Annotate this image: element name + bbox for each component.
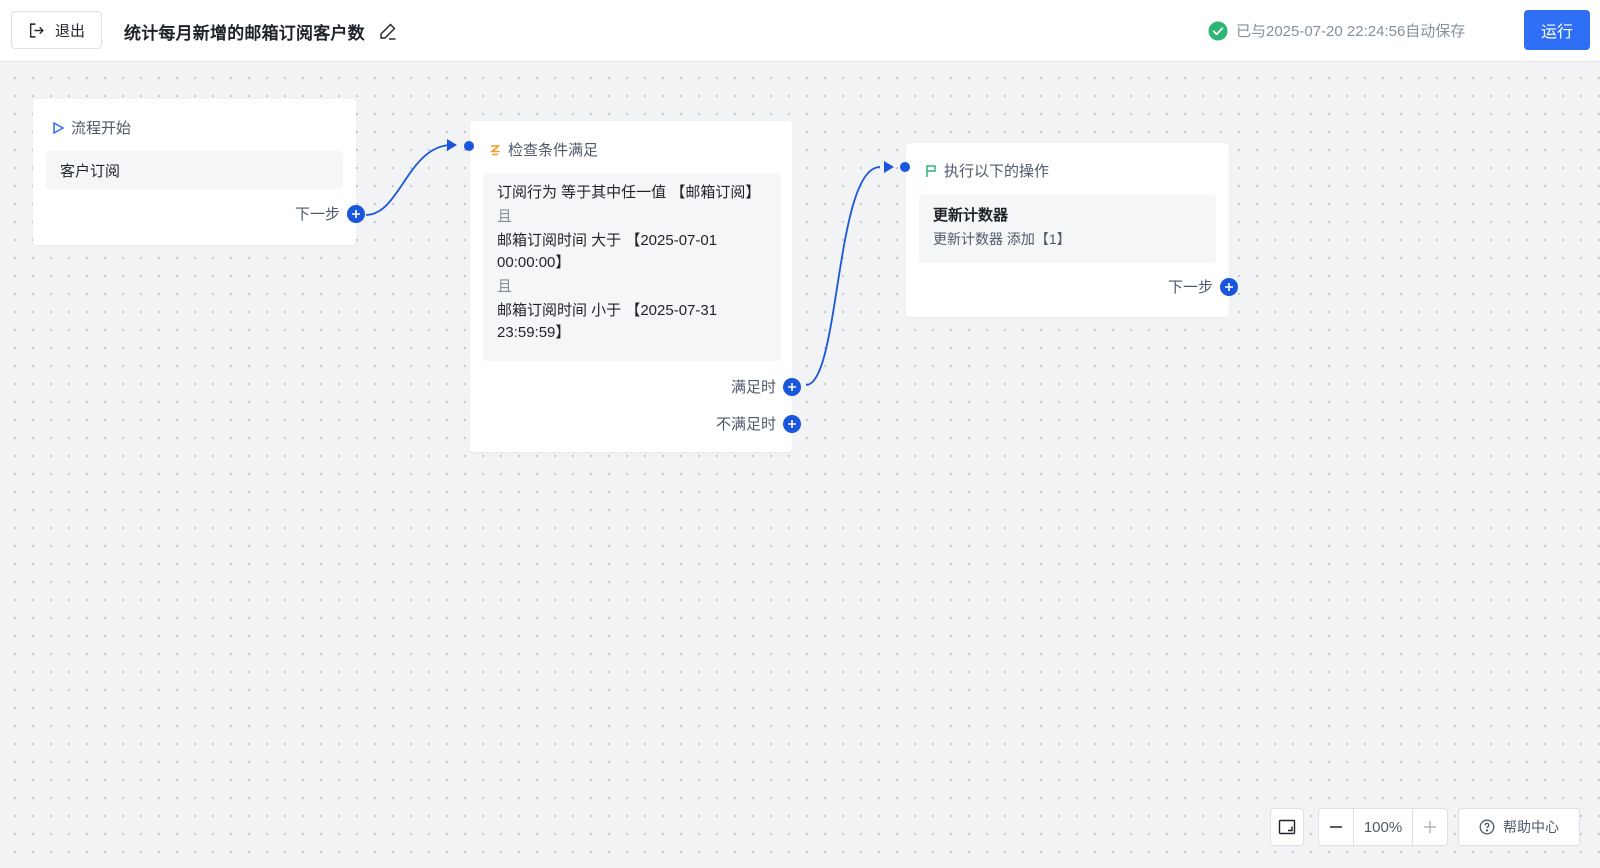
condition-node-title: 检查条件满足 — [508, 142, 599, 159]
condition-input-port[interactable] — [464, 141, 474, 151]
branch-icon — [489, 144, 501, 155]
plus-icon — [1225, 282, 1233, 291]
action-node-title: 执行以下的操作 — [944, 163, 1050, 180]
exit-button[interactable]: 退出 — [11, 11, 102, 49]
zoom-level: 100% — [1354, 808, 1412, 846]
fit-view-button[interactable] — [1270, 808, 1304, 846]
check-circle-icon — [1208, 21, 1228, 40]
plus-icon — [1424, 821, 1436, 833]
condition-rule-2: 邮箱订阅时间 大于 【2025-07-01 00:00:00】 — [497, 232, 718, 271]
start-trigger-box: 客户订阅 — [46, 151, 343, 189]
action-node-header: 执行以下的操作 — [924, 160, 1049, 181]
edit-icon[interactable] — [378, 21, 398, 41]
flag-icon — [926, 164, 936, 177]
condition-rule-3: 邮箱订阅时间 小于 【2025-07-31 23:59:59】 — [497, 302, 718, 341]
condition-yes-port[interactable]: 满足时 — [731, 376, 801, 397]
plus-icon — [788, 382, 796, 391]
top-bar: 退出 统计每月新增的邮箱订阅客户数 已与2025-07-20 22:24:56自… — [0, 0, 1600, 62]
condition-yes-label: 满足时 — [730, 379, 776, 396]
add-step-button[interactable] — [1220, 277, 1238, 296]
save-status: 已与2025-07-20 22:24:56自动保存 — [1208, 20, 1465, 41]
start-next-port[interactable]: 下一步 — [295, 203, 365, 224]
condition-rules-box: 订阅行为 等于其中任一值 【邮箱订阅】 且 邮箱订阅时间 大于 【2025-07… — [483, 173, 781, 361]
condition-and-2: 且 — [497, 278, 513, 295]
zoom-in-button[interactable] — [1412, 808, 1448, 846]
condition-rule-1: 订阅行为 等于其中任一值 【邮箱订阅】 — [497, 184, 761, 201]
help-circle-icon — [1479, 819, 1495, 835]
add-yes-branch-button[interactable] — [783, 377, 801, 396]
condition-and-1: 且 — [497, 208, 513, 225]
action-input-port[interactable] — [900, 162, 910, 172]
zoom-out-button[interactable] — [1318, 808, 1354, 846]
fit-view-icon — [1278, 819, 1296, 835]
start-node[interactable]: 流程开始 客户订阅 下一步 — [33, 99, 365, 245]
action-name: 更新计数器 — [933, 207, 1009, 224]
condition-node-header: 检查条件满足 — [488, 139, 598, 160]
zoom-control: 100% — [1318, 808, 1448, 846]
plus-icon — [352, 209, 360, 218]
page-title: 统计每月新增的邮箱订阅客户数 — [124, 24, 365, 43]
run-button[interactable]: 运行 — [1524, 10, 1590, 50]
condition-no-label: 不满足时 — [715, 416, 776, 433]
action-detail-box: 更新计数器 更新计数器 添加【1】 — [919, 195, 1216, 263]
condition-node[interactable]: 检查条件满足 订阅行为 等于其中任一值 【邮箱订阅】 且 邮箱订阅时间 大于 【… — [464, 121, 801, 452]
help-center-button[interactable]: 帮助中心 — [1458, 808, 1580, 846]
action-detail: 更新计数器 添加【1】 — [933, 231, 1071, 247]
condition-no-port[interactable]: 不满足时 — [716, 413, 801, 434]
start-node-header: 流程开始 — [51, 117, 131, 138]
action-next-port[interactable]: 下一步 — [1168, 276, 1238, 297]
start-trigger-label: 客户订阅 — [60, 162, 121, 180]
add-no-branch-button[interactable] — [783, 414, 801, 433]
exit-icon — [29, 22, 44, 38]
play-triangle-icon — [53, 121, 65, 134]
plus-icon — [788, 419, 796, 428]
add-step-button[interactable] — [347, 204, 365, 223]
start-next-label: 下一步 — [294, 206, 340, 223]
exit-button-label: 退出 — [55, 22, 86, 40]
action-next-label: 下一步 — [1167, 279, 1213, 296]
help-center-label: 帮助中心 — [1503, 819, 1559, 835]
minus-icon — [1330, 826, 1342, 828]
start-node-title: 流程开始 — [71, 120, 132, 137]
save-status-text: 已与2025-07-20 22:24:56自动保存 — [1236, 23, 1466, 40]
action-node[interactable]: 执行以下的操作 更新计数器 更新计数器 添加【1】 下一步 — [900, 143, 1238, 317]
